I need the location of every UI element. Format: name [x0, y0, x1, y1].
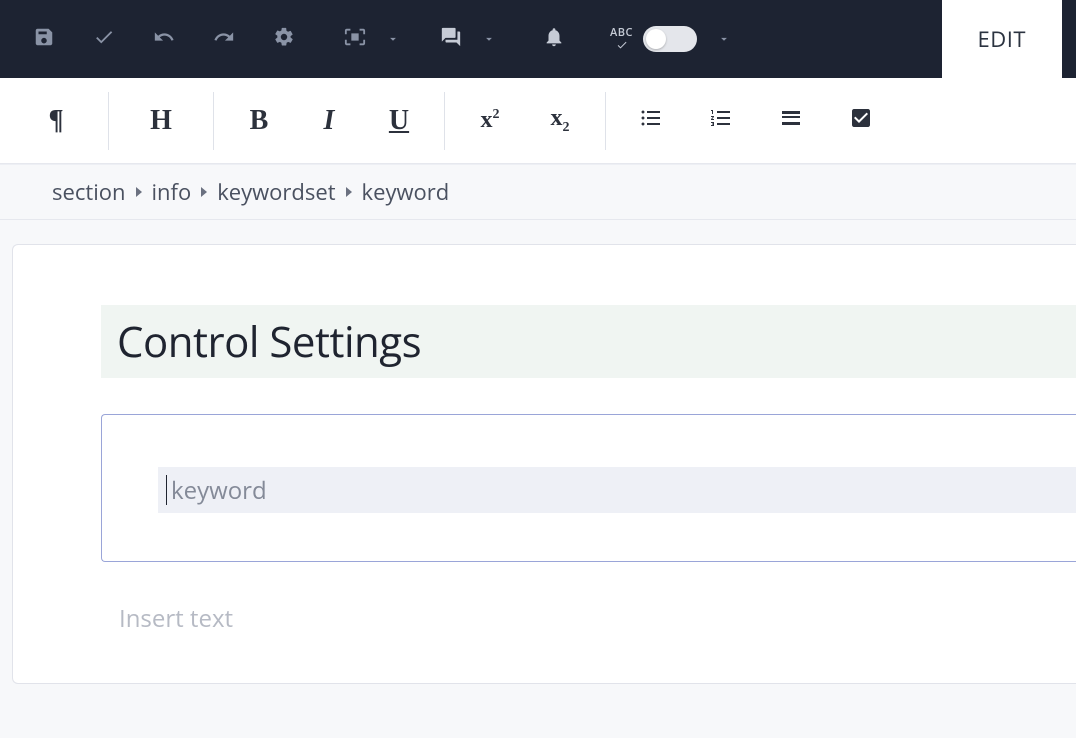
bulleted-list-icon — [639, 106, 663, 135]
document-title-area[interactable]: Control Settings — [101, 305, 1076, 378]
underline-button[interactable]: U — [364, 91, 434, 151]
frame-icon — [344, 26, 366, 53]
superscript-button[interactable]: x2 — [455, 91, 525, 151]
breadcrumb: section info keywordset keyword — [0, 164, 1076, 220]
italic-icon: I — [324, 105, 335, 137]
subscript-button[interactable]: x2 — [525, 91, 595, 151]
underline-icon: U — [389, 105, 409, 137]
heading-button[interactable]: H — [119, 91, 203, 151]
spellcheck-icon: ABC — [610, 28, 633, 51]
keyword-input[interactable]: keyword — [158, 467, 1076, 513]
check-icon — [93, 26, 115, 53]
body-placeholder[interactable]: Insert text — [119, 602, 1076, 635]
spellcheck-toggle[interactable] — [643, 26, 697, 52]
keywordset-panel: keyword — [101, 414, 1076, 562]
bulleted-list-button[interactable] — [616, 91, 686, 151]
toolbar-separator — [108, 92, 109, 150]
toolbar-separator — [605, 92, 606, 150]
heading-icon: H — [150, 105, 172, 137]
breadcrumb-item[interactable]: keywordset — [217, 177, 335, 207]
frame-button[interactable] — [334, 0, 376, 78]
checklist-icon — [849, 106, 873, 135]
undo-button[interactable] — [134, 0, 194, 78]
edit-tab-label: EDIT — [978, 24, 1026, 54]
notifications-button[interactable] — [524, 0, 584, 78]
save-button[interactable] — [14, 0, 74, 78]
bold-icon: B — [250, 105, 269, 137]
italic-button[interactable]: I — [294, 91, 364, 151]
definition-list-icon — [779, 106, 803, 135]
definition-list-button[interactable] — [756, 91, 826, 151]
breadcrumb-item[interactable]: keyword — [362, 177, 450, 207]
top-toolbar: ABC EDIT — [0, 0, 1076, 78]
toolbar-separator — [213, 92, 214, 150]
tab-strip-overflow — [1062, 0, 1076, 78]
chevron-down-icon — [376, 0, 410, 78]
format-toolbar: ¶ H B I U x2 x2 — [0, 78, 1076, 164]
bell-icon — [543, 26, 565, 53]
gear-icon — [273, 26, 295, 53]
comments-icon — [440, 26, 462, 53]
subscript-icon: x2 — [551, 105, 570, 136]
superscript-icon: x2 — [481, 107, 500, 134]
spellcheck-abc-label: ABC — [610, 28, 633, 38]
validate-button[interactable] — [74, 0, 134, 78]
redo-button[interactable] — [194, 0, 254, 78]
comments-dropdown[interactable] — [430, 0, 506, 78]
keyword-placeholder: keyword — [171, 474, 267, 507]
toolbar-separator — [444, 92, 445, 150]
text-cursor — [166, 475, 167, 505]
comments-button[interactable] — [430, 0, 472, 78]
breadcrumb-item[interactable]: info — [152, 177, 192, 207]
chevron-down-icon — [472, 0, 506, 78]
paragraph-button[interactable]: ¶ — [14, 91, 98, 151]
chevron-down-icon[interactable] — [707, 0, 741, 78]
document-canvas: Control Settings keyword Insert text — [0, 220, 1076, 684]
numbered-list-button[interactable] — [686, 91, 756, 151]
checklist-button[interactable] — [826, 91, 896, 151]
numbered-list-icon — [709, 106, 733, 135]
pilcrow-icon: ¶ — [48, 105, 63, 137]
undo-icon — [153, 26, 175, 53]
settings-button[interactable] — [254, 0, 314, 78]
spellcheck-control: ABC — [610, 0, 741, 78]
frame-dropdown[interactable] — [334, 0, 410, 78]
save-icon — [33, 26, 55, 53]
redo-icon — [213, 26, 235, 53]
breadcrumb-separator-icon — [346, 187, 352, 197]
tab-edit[interactable]: EDIT — [942, 0, 1062, 78]
breadcrumb-item[interactable]: section — [52, 177, 126, 207]
page-title: Control Settings — [117, 313, 1060, 370]
bold-button[interactable]: B — [224, 91, 294, 151]
breadcrumb-separator-icon — [136, 187, 142, 197]
breadcrumb-separator-icon — [201, 187, 207, 197]
document: Control Settings keyword Insert text — [12, 244, 1076, 684]
top-toolbar-left: ABC — [14, 0, 942, 78]
